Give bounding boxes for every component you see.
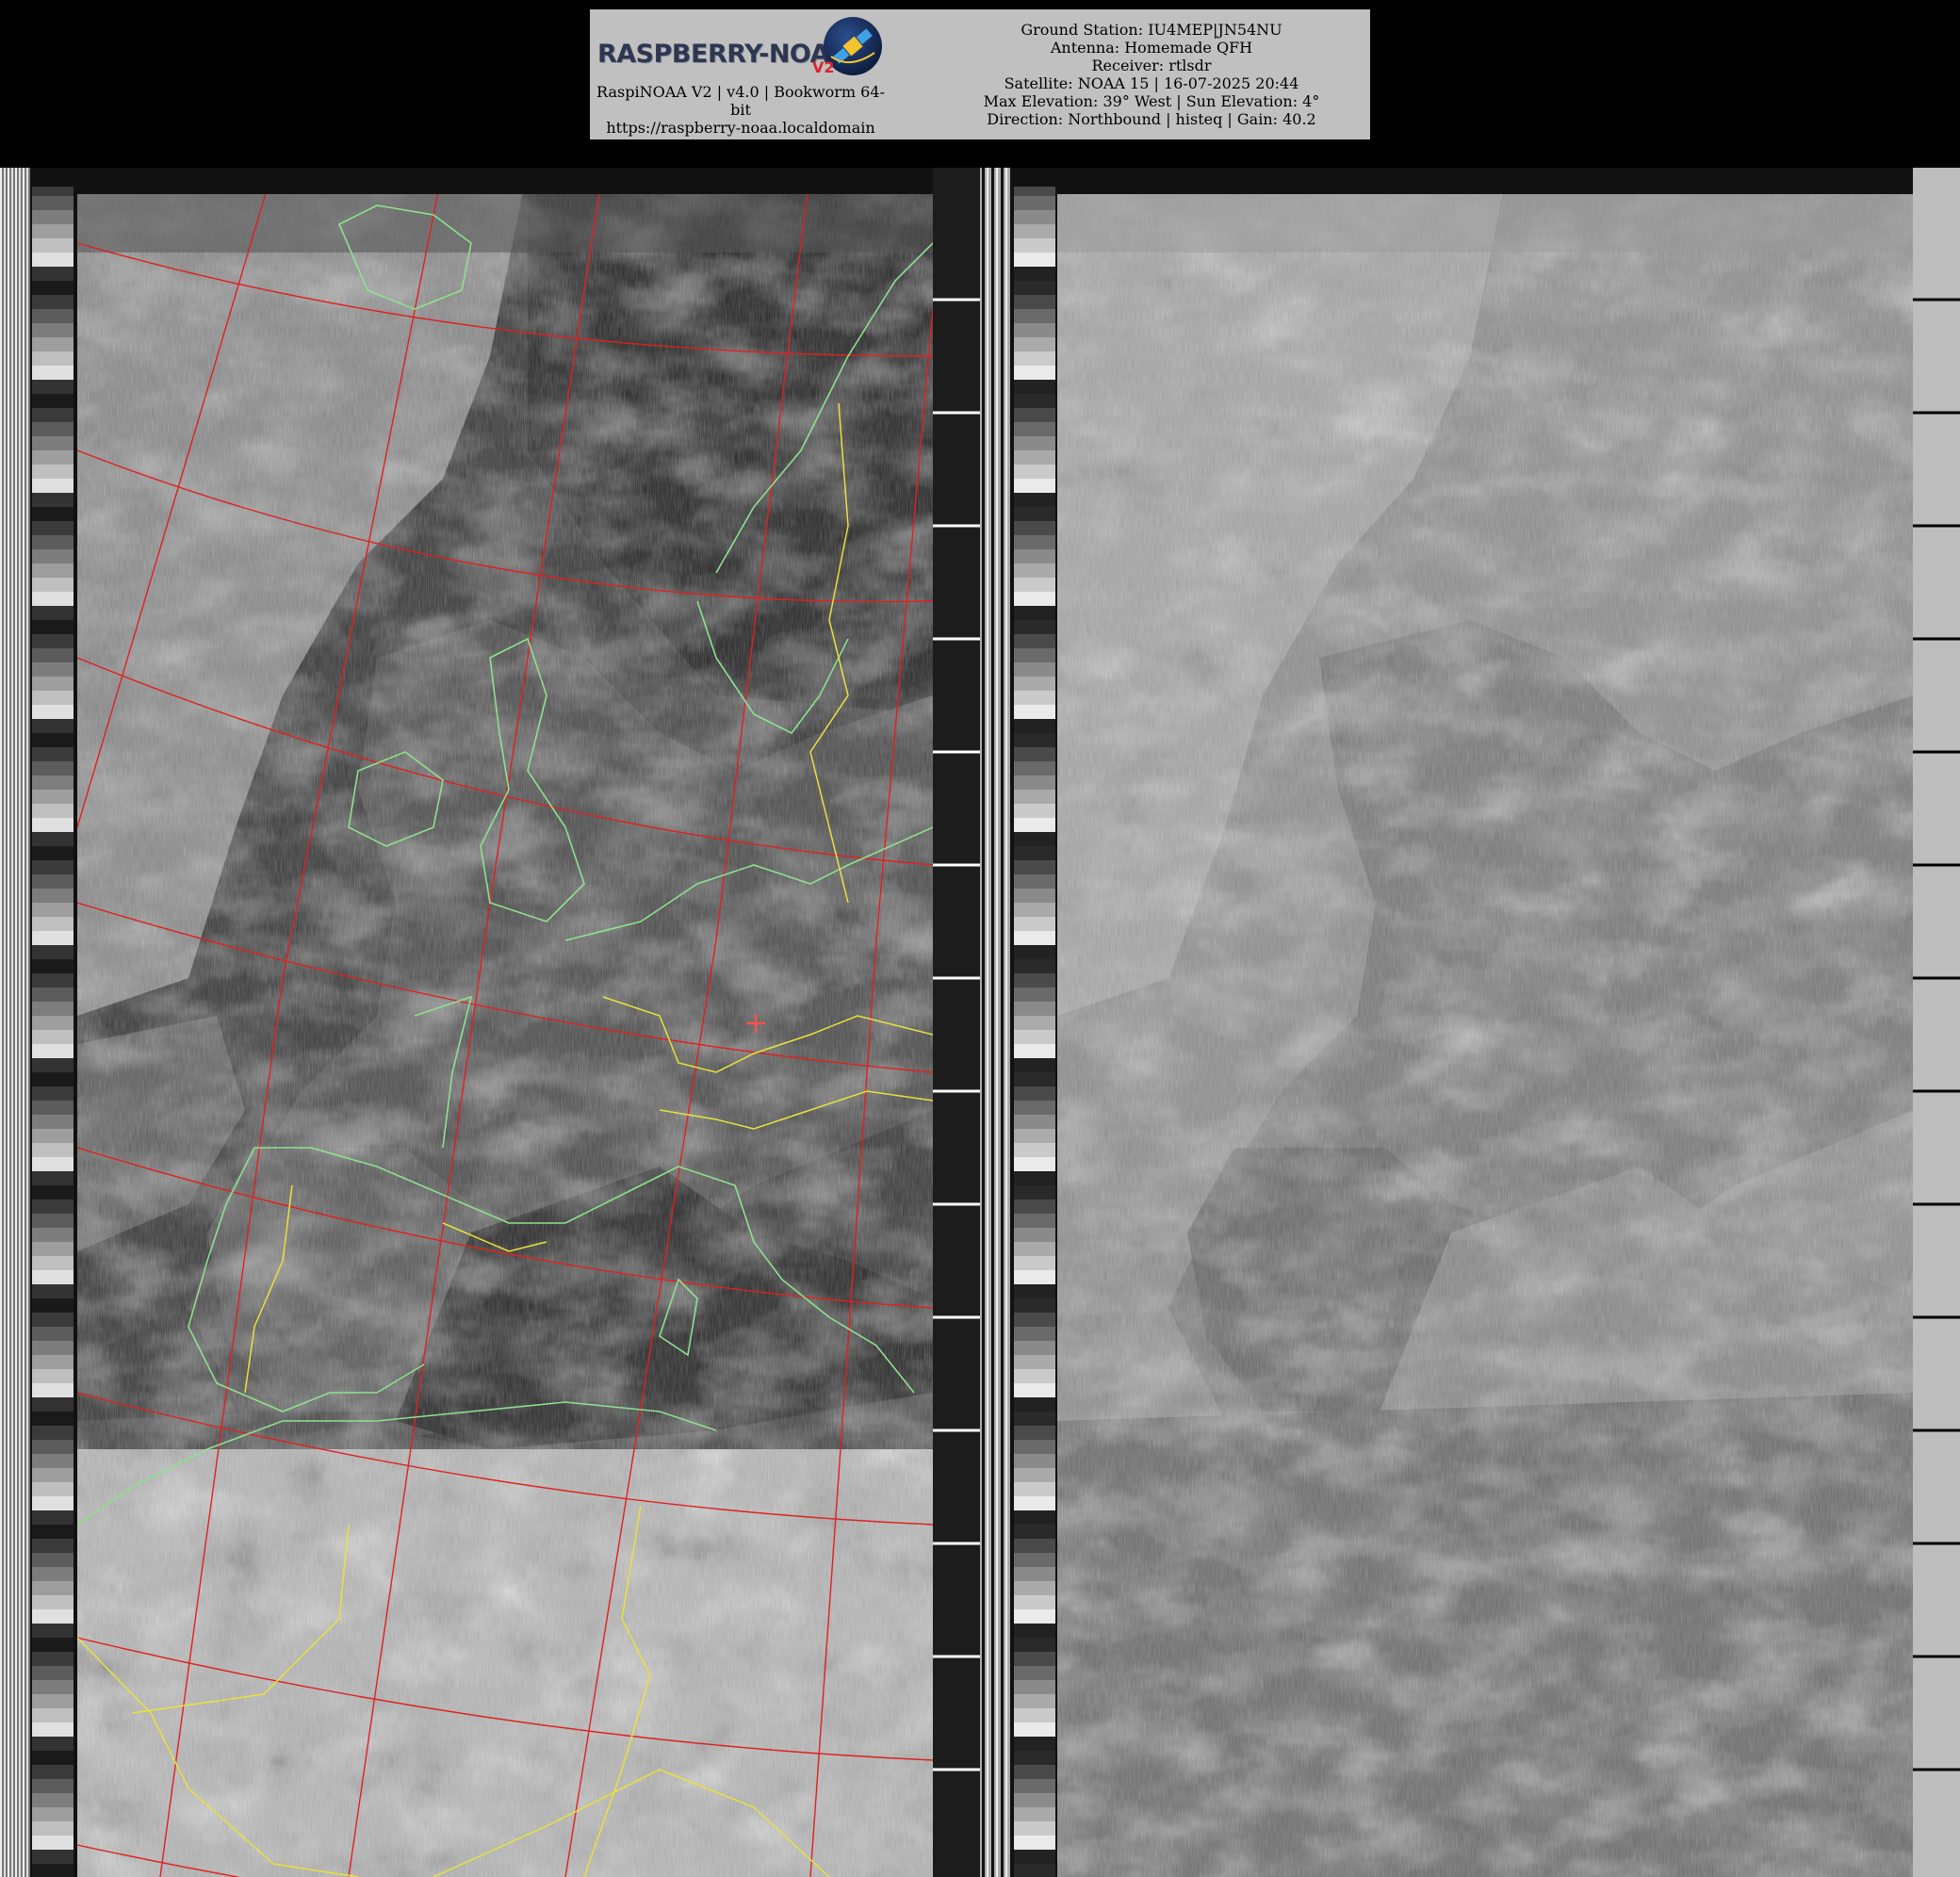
project-url: https://raspberry-noaa.localdomain <box>606 119 875 137</box>
version-info: RaspiNOAA V2 | v4.0 | Bookworm 64- bit h… <box>590 83 891 137</box>
logo-version-badge: V2 <box>812 58 835 76</box>
telemetry-wedge-right <box>1014 187 1055 1877</box>
raspberry-noaa-logo: RASPBERRY-NOAA V2 <box>596 13 888 87</box>
version-line: bit <box>730 101 751 119</box>
elevation-line: Max Elevation: 39° West | Sun Elevation:… <box>983 92 1320 110</box>
info-panel: RASPBERRY-NOAA V2 RaspiNOAA V2 | v4.0 | … <box>590 9 1370 139</box>
station-info: Ground Station: IU4MEP|JN54NU Antenna: H… <box>944 21 1359 128</box>
apt-satellite-image <box>0 168 1960 1877</box>
channel-a-image <box>77 194 933 1877</box>
telemetry-wedge-left <box>32 187 74 1877</box>
space-view-right <box>1913 168 1960 1877</box>
space-view-left <box>933 168 980 1877</box>
sync-strip-mid <box>980 168 1012 1877</box>
antenna-line: Antenna: Homemade QFH <box>1050 39 1253 57</box>
satellite-line: Satellite: NOAA 15 | 16-07-2025 20:44 <box>1004 74 1299 92</box>
receiver-line: Receiver: rtlsdr <box>1091 57 1212 74</box>
channel-b-image <box>1057 194 1913 1877</box>
logo-wordmark: RASPBERRY-NOAA <box>597 40 849 69</box>
version-line: RaspiNOAA V2 | v4.0 | Bookworm 64- <box>596 83 885 101</box>
ground-station-line: Ground Station: IU4MEP|JN54NU <box>1021 21 1282 39</box>
direction-line: Direction: Northbound | histeq | Gain: 4… <box>987 110 1316 128</box>
sync-strip-left <box>0 168 30 1877</box>
